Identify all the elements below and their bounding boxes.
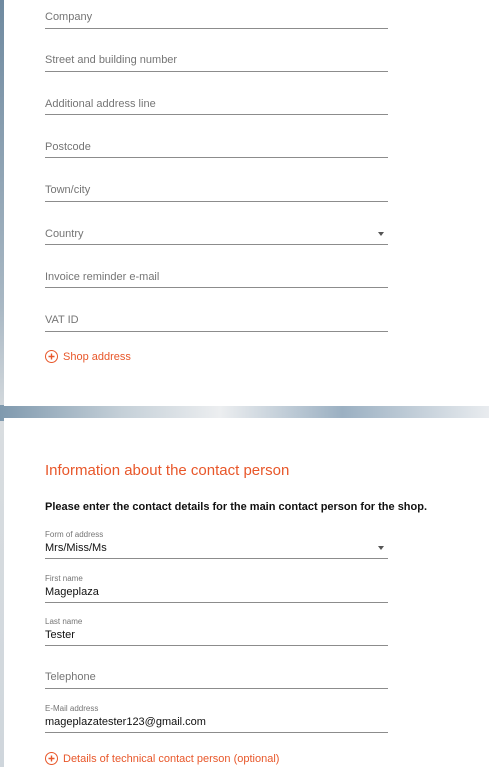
- form-of-address-select[interactable]: Form of address Mrs/Miss/Ms: [45, 528, 388, 559]
- additional-address-field[interactable]: Additional address line: [45, 95, 388, 115]
- country-select[interactable]: Country: [45, 225, 388, 245]
- postcode-field[interactable]: Postcode: [45, 138, 388, 158]
- invoice-email-field[interactable]: Invoice reminder e-mail: [45, 268, 388, 288]
- telephone-field[interactable]: Telephone: [45, 668, 388, 689]
- form-of-address-value: Mrs/Miss/Ms: [45, 542, 107, 554]
- address-card: Company Street and building number Addit…: [4, 0, 489, 406]
- town-placeholder: Town/city: [45, 184, 91, 196]
- plus-circle-icon: [45, 350, 58, 363]
- form-of-address-label: Form of address: [45, 530, 104, 539]
- postcode-placeholder: Postcode: [45, 141, 91, 153]
- section-description: Please enter the contact details for the…: [45, 501, 428, 513]
- contact-card: Information about the contact person Ple…: [4, 418, 489, 767]
- first-name-value: Mageplaza: [45, 586, 99, 598]
- email-field[interactable]: E-Mail address mageplazatester123@gmail.…: [45, 702, 388, 733]
- additional-address-placeholder: Additional address line: [45, 98, 156, 110]
- first-name-label: First name: [45, 574, 83, 583]
- street-placeholder: Street and building number: [45, 54, 178, 66]
- email-label: E-Mail address: [45, 704, 99, 713]
- dropdown-arrow-icon[interactable]: [378, 232, 384, 236]
- dropdown-arrow-icon[interactable]: [378, 546, 384, 550]
- shop-address-button[interactable]: Shop address: [45, 350, 131, 363]
- town-field[interactable]: Town/city: [45, 181, 388, 202]
- last-name-label: Last name: [45, 617, 83, 626]
- first-name-field[interactable]: First name Mageplaza: [45, 572, 388, 603]
- telephone-placeholder: Telephone: [45, 671, 96, 683]
- invoice-email-placeholder: Invoice reminder e-mail: [45, 271, 160, 283]
- last-name-field[interactable]: Last name Tester: [45, 615, 388, 646]
- country-placeholder: Country: [45, 228, 84, 240]
- company-placeholder: Company: [45, 11, 93, 23]
- shop-address-label: Shop address: [63, 350, 131, 363]
- technical-contact-label: Details of technical contact person (opt…: [63, 752, 280, 765]
- vat-id-field[interactable]: VAT ID: [45, 311, 388, 332]
- plus-circle-icon: [45, 752, 58, 765]
- section-title: Information about the contact person: [45, 462, 290, 479]
- street-field[interactable]: Street and building number: [45, 51, 388, 72]
- last-name-value: Tester: [45, 629, 75, 641]
- email-value: mageplazatester123@gmail.com: [45, 716, 206, 728]
- company-field[interactable]: Company: [45, 8, 388, 29]
- vat-id-placeholder: VAT ID: [45, 314, 79, 326]
- technical-contact-button[interactable]: Details of technical contact person (opt…: [45, 752, 279, 765]
